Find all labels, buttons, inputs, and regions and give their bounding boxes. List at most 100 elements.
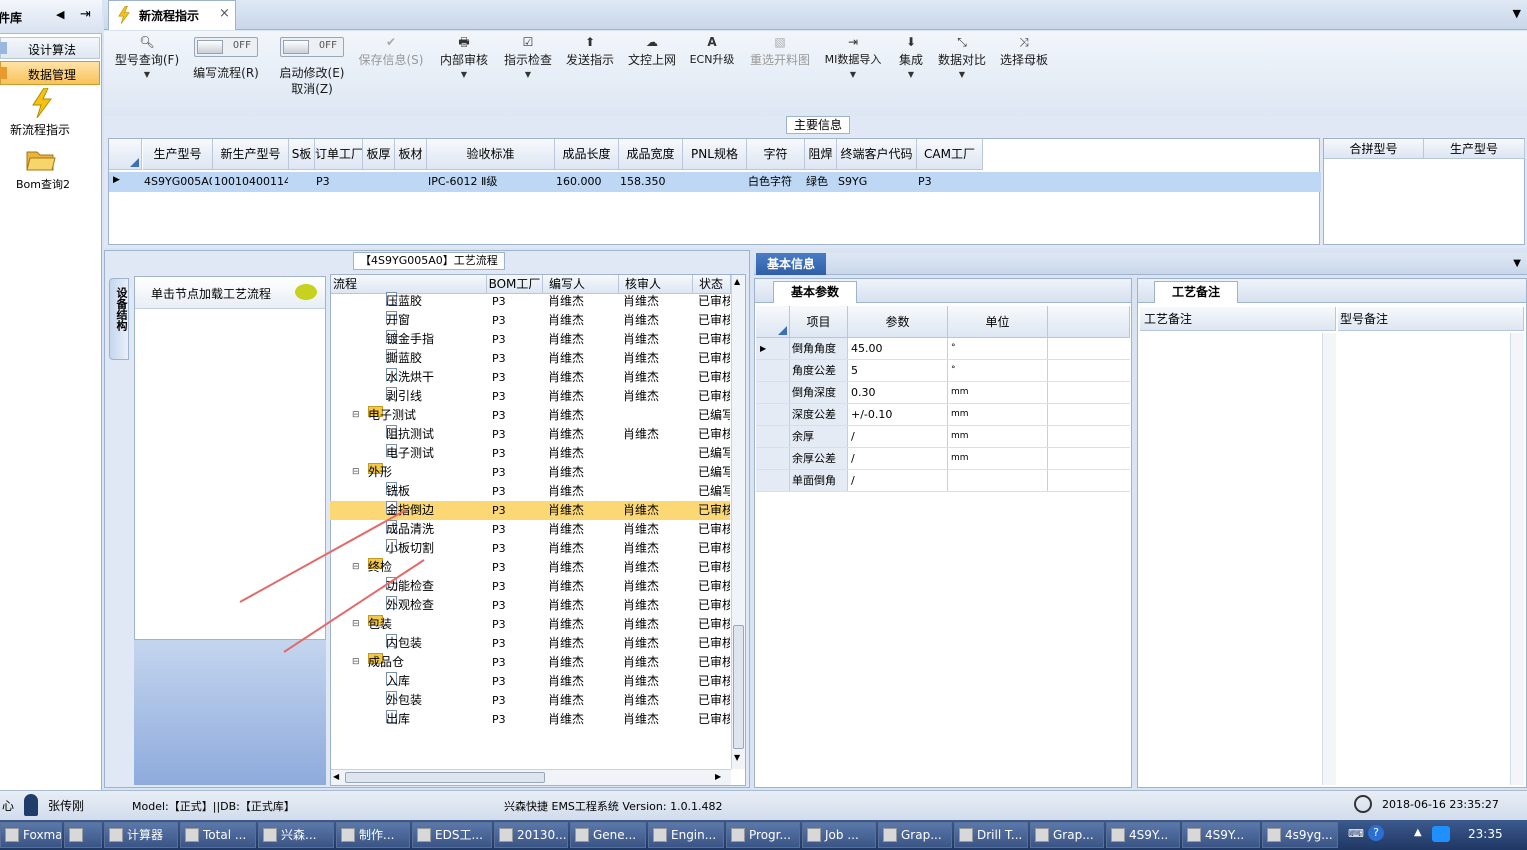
taskbar-button[interactable]: Engin... [648,822,724,848]
row-selector[interactable] [756,426,790,447]
select-mother-board-button[interactable]: ⤨ 选择母板 [996,33,1052,69]
taskbar-button[interactable]: 计算器 [104,822,178,848]
process-tree-row[interactable]: ⊟ 电子测试 P3 肖维杰 已编写 [330,406,730,425]
taskbar-button[interactable]: 4s9yg... [1262,822,1338,848]
horizontal-scrollbar[interactable]: ◀ ▶ [331,769,731,785]
main-info-header[interactable]: CAM工厂 [917,139,983,170]
param-value-cell[interactable]: 5 [849,360,948,381]
process-tree-row[interactable]: 撕蓝胶 P3 肖维杰 肖维杰 已审核 [330,349,730,368]
main-info-header[interactable]: 生产型号 [143,139,213,170]
collapse-left-icon[interactable]: ◀ [56,8,64,21]
row-selector[interactable] [756,470,790,491]
param-header-item[interactable]: 项目 [790,306,848,338]
tool-bom-query[interactable]: Bom查询2 [0,146,100,192]
tab-dropdown-icon[interactable]: ▼ [1513,7,1521,20]
vertical-scrollbar[interactable]: ▲ ▼ [731,275,745,769]
param-row[interactable]: 深度公差 +/-0.10 mm [756,404,1130,426]
param-row[interactable]: 角度公差 5 ° [756,360,1130,382]
param-row[interactable]: 余厚公差 / mm [756,448,1130,470]
main-info-header[interactable]: 验收标准 [427,139,555,170]
main-info-header[interactable]: 成品宽度 [619,139,683,170]
taskbar-button[interactable]: 4S9Y... [1182,822,1260,848]
tray-app-icon[interactable] [1432,826,1450,842]
merge-model-header[interactable]: 合拼型号 [1324,139,1424,159]
row-selector[interactable] [756,360,790,381]
row-selector[interactable]: ▶ [756,338,790,359]
tree-toggle-icon[interactable]: ⊟ [352,463,360,482]
taskbar-button[interactable]: 兴森... [258,822,334,848]
param-row[interactable]: ▶ 倒角角度 45.00 ° [756,338,1130,360]
main-info-header[interactable]: 板材 [395,139,427,170]
row-selector[interactable] [756,404,790,425]
tray-arrow-icon[interactable]: ▲ [1414,827,1422,838]
reselect-cutting-button[interactable]: ▧ 重选开料图 [744,33,816,69]
taskbar-button[interactable]: 制作... [336,822,410,848]
row-selector[interactable] [756,382,790,403]
equipment-tab[interactable]: 设备结构 [109,278,129,360]
row-selector[interactable] [756,448,790,469]
close-icon[interactable]: × [219,6,230,21]
taskbar-button[interactable] [64,822,102,848]
main-info-header[interactable]: 板厚 [363,139,395,170]
taskbar-button[interactable]: Gene... [570,822,646,848]
keyboard-icon[interactable]: ⌨ [1348,827,1364,840]
process-tree-row[interactable]: 电子测试 P3 肖维杰 已编写 [330,444,730,463]
main-info-header[interactable]: PNL规格 [683,139,747,170]
taskbar-button[interactable]: Grap... [1030,822,1104,848]
process-tree-row[interactable]: 入库 P3 肖维杰 肖维杰 已审核 [330,672,730,691]
write-process-toggle[interactable]: OFF [194,37,258,57]
integrate-button[interactable]: ⬇ 集成 ▼ [892,33,930,81]
param-row[interactable]: 余厚 / mm [756,426,1130,448]
start-edit-button[interactable]: OFF 启动修改(E) 取消(Z) [272,37,352,96]
taskbar-button[interactable]: Drill T... [954,822,1028,848]
write-process-button[interactable]: OFF 编写流程(R) [188,37,264,82]
start-edit-toggle[interactable]: OFF [280,37,344,57]
sidebar-item-data[interactable]: 数据管理 [0,61,100,85]
taskbar-button[interactable]: 20130... [494,822,568,848]
data-compare-button[interactable]: ⤡ 数据对比 ▼ [934,33,990,81]
taskbar-button[interactable]: Total ... [180,822,256,848]
process-tree-row[interactable]: 出库 P3 肖维杰 肖维杰 已审核 [330,710,730,729]
production-model-header[interactable]: 生产型号 [1424,139,1525,159]
param-header-unit[interactable]: 单位 [948,306,1048,338]
load-hint-bar[interactable]: 单击节点加载工艺流程 [135,277,325,309]
taskbar-button[interactable]: Foxmail [0,822,62,848]
param-row[interactable]: 倒角深度 0.30 mm [756,382,1130,404]
internal-review-button[interactable]: 🖶 内部审核 ▼ [436,33,492,81]
main-info-header[interactable]: 成品长度 [555,139,619,170]
process-tree-row[interactable]: 镀金手指 P3 肖维杰 肖维杰 已审核 [330,330,730,349]
process-tree-row[interactable]: 水洗烘干 P3 肖维杰 肖维杰 已审核 [330,368,730,387]
taskbar-button[interactable]: 4S9Y... [1106,822,1180,848]
tree-toggle-icon[interactable]: ⊟ [352,406,360,425]
param-value-cell[interactable]: +/-0.10 [849,404,948,425]
ecn-upgrade-button[interactable]: A ECN升级 [686,33,738,69]
tab-new-process[interactable]: 新流程指示 × [108,0,236,30]
process-tree-row[interactable]: 阻抗测试 P3 肖维杰 肖维杰 已审核 [330,425,730,444]
scroll-thumb[interactable] [733,625,744,749]
process-tree-row[interactable]: 外包装 P3 肖维杰 肖维杰 已审核 [330,691,730,710]
sidebar-item-design[interactable]: 设计算法 [0,37,100,59]
process-notes-header[interactable]: 工艺备注 [1140,307,1336,331]
param-row[interactable]: 单面倒角 / [756,470,1130,492]
process-tree-row[interactable]: ⊟ 外形 P3 肖维杰 已编写 [330,463,730,482]
scroll-down-icon[interactable]: ▼ [734,753,740,762]
h-scroll-thumb[interactable] [345,772,545,783]
param-value-cell[interactable]: / [849,426,948,447]
main-info-header[interactable]: 订单工厂 [315,139,363,170]
main-info-header[interactable]: 终端客户代码 [837,139,917,170]
model-query-button[interactable]: 🔍︎ 型号查询(F) ▼ [110,33,184,81]
model-notes-header[interactable]: 型号备注 [1338,307,1524,331]
main-info-header[interactable]: 阻焊 [805,139,837,170]
scroll-left-icon[interactable]: ◀ [333,772,339,781]
basic-params-tab[interactable]: 基本参数 [773,281,857,303]
scroll-right-icon[interactable]: ▶ [715,772,721,781]
taskbar-button[interactable]: EDS工... [412,822,492,848]
param-header-value[interactable]: 参数 [848,306,948,338]
mi-import-button[interactable]: ⇥ MI数据导入 ▼ [820,33,886,81]
process-notes-tab[interactable]: 工艺备注 [1154,281,1238,303]
tool-new-process[interactable]: 新流程指示 [0,88,100,140]
main-info-header[interactable]: 字符 [747,139,805,170]
send-instruction-button[interactable]: ⬆ 发送指示 [562,33,618,69]
check-instruction-button[interactable]: ☑ 指示检查 ▼ [500,33,556,81]
param-value-cell[interactable]: 45.00 [849,338,948,359]
